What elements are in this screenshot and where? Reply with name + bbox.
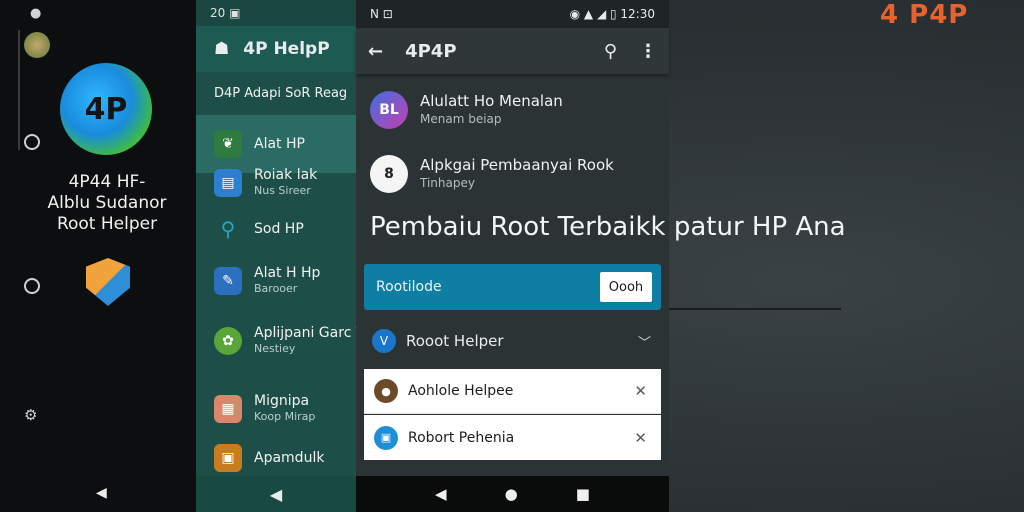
box-icon: ▣ xyxy=(214,444,242,472)
app-bar: ← 4P4P ⚲ ⋮ xyxy=(356,28,669,74)
divider xyxy=(669,308,841,310)
navigation-drawer: 20 ▣ ☗ 4P HelpP D4P Adapi SoR Reag ❦ Ala… xyxy=(196,0,356,512)
app-bar-title: 4P4P xyxy=(405,40,457,62)
image-icon: ▣ xyxy=(229,6,241,20)
close-icon[interactable]: ✕ xyxy=(634,429,647,447)
status-bar: N ⊡ ◉ ▲ ◢ ▯ 12:30 xyxy=(356,0,669,28)
drawer-item-4[interactable]: ✿ Aplijpani Garc TenaiitamaNestiey xyxy=(196,312,356,370)
drawer-item-5[interactable]: ▦ Mignipa Koop Mirap xyxy=(196,380,356,438)
app-logo: 4P xyxy=(60,63,152,155)
settings-icon[interactable]: ⚙ xyxy=(24,406,37,424)
list-item[interactable]: ● Aohlole Helpee ✕ xyxy=(364,369,661,414)
system-nav-bar: ◀ ● ■ xyxy=(356,476,669,512)
root-mode-field[interactable]: Rootilode Oooh xyxy=(364,264,661,310)
status-bar: 20 ▣ xyxy=(196,0,356,26)
nav-back-button[interactable]: ◀ xyxy=(435,485,447,503)
gear-icon: ✿ xyxy=(214,327,242,355)
card-label: Aohlole Helpee xyxy=(408,383,514,399)
search-icon: ⚲ xyxy=(220,217,236,241)
field-action-button[interactable]: Oooh xyxy=(600,272,652,302)
main-panel: N ⊡ ◉ ▲ ◢ ▯ 12:30 ← 4P4P ⚲ ⋮ BL Alulatt … xyxy=(356,0,846,512)
shield-icon xyxy=(86,258,130,306)
avatar: BL xyxy=(370,91,408,129)
list-item[interactable]: ▣ Robort Pehenia ✕ xyxy=(364,415,661,460)
nav-home-button[interactable]: ● xyxy=(505,485,518,503)
drawer-subtitle: D4P Adapi SoR Reag xyxy=(214,86,348,101)
file-icon: ▤ xyxy=(214,169,242,197)
field-label: Rootilode xyxy=(376,279,442,295)
nav-recents-button[interactable]: ■ xyxy=(576,485,590,503)
list-item[interactable]: 8 Alpkgai Pembaanyai Rook Tinhapey xyxy=(356,144,669,204)
drawer-item-6[interactable]: ▣ Apamdulk xyxy=(196,440,356,476)
avatar: ● xyxy=(374,379,398,403)
drawer-nav-bar: ◀ xyxy=(196,476,356,512)
search-icon[interactable]: ⚲ xyxy=(604,41,617,62)
card-label: Robort Pehenia xyxy=(408,429,515,446)
moon-icon: ● xyxy=(30,6,42,21)
page-headline: Pembaiu Root Terbaikk patur HP Ana xyxy=(370,212,846,242)
chevron-down-icon[interactable]: ﹀ xyxy=(638,332,651,351)
refresh-icon[interactable] xyxy=(24,278,40,294)
drawer-app-bar: ☗ 4P HelpP xyxy=(196,26,356,72)
status-right: ◉ ▲ ◢ ▯ 12:30 xyxy=(569,7,655,21)
circle-icon[interactable] xyxy=(24,134,40,150)
avatar: ▣ xyxy=(374,425,398,450)
expander-label: Rooot Helper xyxy=(406,332,504,350)
avatar: 8 xyxy=(370,155,408,193)
app-title: 4P44 HF- Alblu Sudanor Root Helper xyxy=(47,172,167,234)
more-vert-icon[interactable]: ⋮ xyxy=(639,41,657,62)
back-arrow-icon[interactable]: ← xyxy=(368,41,383,62)
pen-icon: ✎ xyxy=(214,267,242,295)
drawer-item-3[interactable]: ✎ Alat H Hp Barooer xyxy=(196,252,356,310)
launcher-strip: ● 4P 4P44 HF- Alblu Sudanor Root Helper … xyxy=(0,0,196,512)
nav-back-button[interactable]: ◀ xyxy=(96,485,107,501)
status-left: N ⊡ xyxy=(370,7,393,21)
scroll-rail[interactable] xyxy=(18,30,20,150)
grid-icon: ▦ xyxy=(214,395,242,423)
root-helper-expander[interactable]: V Rooot Helper ﹀ xyxy=(364,320,661,362)
status-time: 20 xyxy=(210,6,226,20)
check-badge-icon: V xyxy=(372,329,396,353)
close-icon[interactable]: ✕ xyxy=(634,382,647,400)
list-item[interactable]: BL Alulatt Ho Menalan Menam beiap xyxy=(356,80,669,140)
drawer-title: 4P HelpP xyxy=(243,39,330,59)
android-icon: ☗ xyxy=(214,39,230,59)
profile-avatar[interactable] xyxy=(24,32,50,58)
nav-back-button[interactable]: ◀ xyxy=(270,485,282,504)
drawer-item-2[interactable]: ⚲ Sod HP xyxy=(196,200,356,258)
brand-logo: 4 P4P xyxy=(880,0,969,30)
